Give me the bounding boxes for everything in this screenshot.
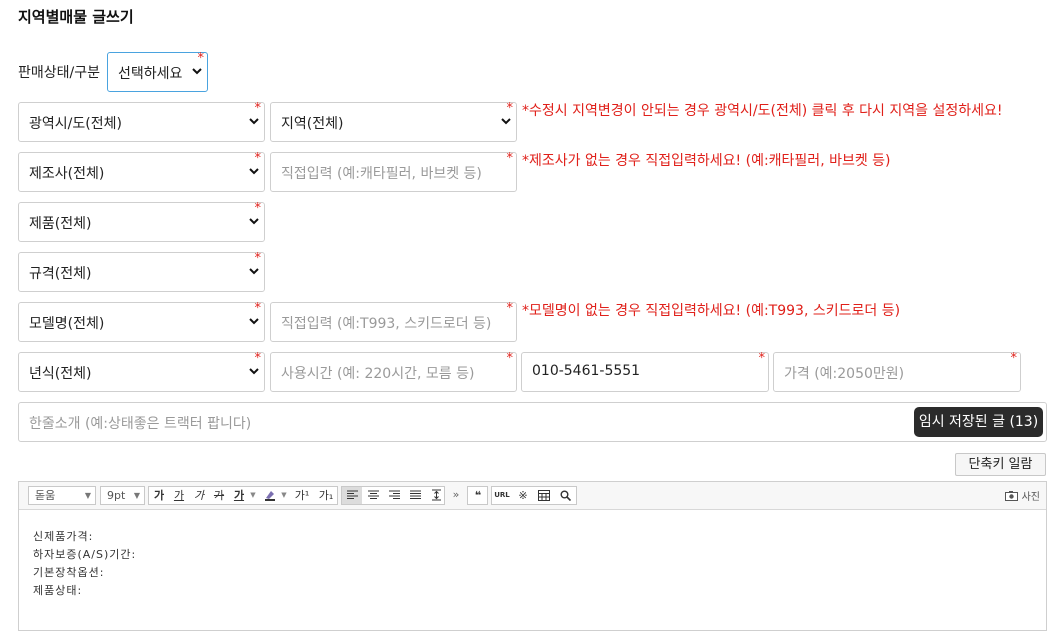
editor-toolbar: 돋움 ▼ 9pt ▼ 가 가 가 가 가 ▼ ▼ 가¹ 가₁ » ❝ URL ※…: [19, 482, 1046, 510]
year-select[interactable]: 년식(전체) *: [18, 352, 265, 392]
manufacturer-input[interactable]: 직접입력 (예:캐타필러, 바브켓 등) *: [270, 152, 517, 192]
required-mark: *: [197, 51, 205, 66]
align-center-icon[interactable]: [363, 487, 383, 504]
highlight-icon[interactable]: [260, 487, 280, 504]
manufacturer-select[interactable]: 제조사(전체) *: [18, 152, 265, 192]
usage-hours-placeholder: 사용시간 (예: 220시간, 모름 등): [281, 366, 475, 382]
font-color-dropdown-icon[interactable]: ▼: [249, 487, 257, 504]
required-mark: *: [254, 101, 262, 116]
camera-icon: [1005, 491, 1019, 501]
chevron-down-icon: [249, 368, 259, 375]
line-height-icon[interactable]: [426, 487, 446, 504]
required-mark: *: [1010, 351, 1018, 366]
photo-button[interactable]: 사진: [1005, 488, 1040, 503]
align-justify-icon[interactable]: [405, 487, 425, 504]
align-left-icon[interactable]: [342, 487, 362, 504]
quote-group: ❝: [467, 486, 488, 505]
font-size-value: 9pt: [107, 489, 126, 502]
product-select[interactable]: 제품(전체) *: [18, 202, 265, 242]
required-mark: *: [254, 351, 262, 366]
font-color-button[interactable]: 가: [229, 487, 249, 504]
editor-line: 제품상태:: [33, 584, 83, 597]
region-warning: *수정시 지역변경이 안되는 경우 광역시/도(전체) 클릭 후 다시 지역을 …: [522, 103, 1003, 119]
dropdown-arrow-icon: ▼: [133, 491, 140, 500]
model-select[interactable]: 모델명(전체) *: [18, 302, 265, 342]
intro-placeholder: 한줄소개 (예:상태좋은 트랙터 팝니다): [29, 416, 252, 432]
chevron-down-icon: [249, 168, 259, 175]
price-placeholder: 가격 (예:2050만원): [784, 366, 905, 382]
required-mark: *: [254, 151, 262, 166]
model-input-placeholder: 직접입력 (예:T993, 스키드로더 등): [281, 316, 492, 332]
manufacturer-warning: *제조사가 없는 경우 직접입력하세요! (예:캐타필러, 바브켓 등): [522, 153, 891, 169]
editor-line: 하자보증(A/S)기간:: [33, 548, 137, 561]
chevron-down-icon: [249, 318, 259, 325]
rich-text-editor[interactable]: 돋움 ▼ 9pt ▼ 가 가 가 가 가 ▼ ▼ 가¹ 가₁ » ❝ URL ※…: [18, 481, 1047, 631]
bold-button[interactable]: 가: [149, 487, 169, 504]
spec-select[interactable]: 규격(전체) *: [18, 252, 265, 292]
sale-status-label: 판매상태/구분: [18, 65, 100, 81]
year-value: 년식(전체): [29, 366, 92, 382]
link-button[interactable]: URL: [492, 487, 512, 504]
model-value: 모델명(전체): [29, 316, 105, 332]
align-group: [341, 486, 445, 505]
align-right-icon[interactable]: [384, 487, 404, 504]
quote-button[interactable]: ❝: [468, 487, 488, 504]
strikethrough-button[interactable]: 가: [209, 487, 229, 504]
required-mark: *: [254, 301, 262, 316]
manufacturer-input-placeholder: 직접입력 (예:캐타필러, 바브켓 등): [281, 166, 482, 182]
region-value: 지역(전체): [281, 116, 344, 132]
subscript-button[interactable]: 가₁: [315, 487, 337, 504]
more-tools-icon[interactable]: »: [448, 486, 464, 503]
chevron-down-icon: [501, 118, 511, 125]
phone-input[interactable]: 010-5461-5551 *: [521, 352, 769, 392]
spec-value: 규격(전체): [29, 266, 92, 282]
province-select[interactable]: 광역시/도(전체) *: [18, 102, 265, 142]
editor-line: 신제품가격:: [33, 530, 94, 543]
required-mark: *: [254, 251, 262, 266]
required-mark: *: [506, 301, 514, 316]
italic-button[interactable]: 가: [189, 487, 209, 504]
required-mark: *: [506, 101, 514, 116]
sale-status-value: 선택하세요: [118, 66, 183, 82]
text-format-group: 가 가 가 가 가 ▼ ▼ 가¹ 가₁: [148, 486, 338, 505]
required-mark: *: [506, 351, 514, 366]
underline-button[interactable]: 가: [169, 487, 189, 504]
manufacturer-value: 제조사(전체): [29, 166, 105, 182]
superscript-button[interactable]: 가¹: [291, 487, 313, 504]
model-warning: *모델명이 없는 경우 직접입력하세요! (예:T993, 스키드로더 등): [522, 303, 901, 319]
model-input[interactable]: 직접입력 (예:T993, 스키드로더 등) *: [270, 302, 517, 342]
region-select[interactable]: 지역(전체) *: [270, 102, 517, 142]
chevron-down-icon: [192, 68, 202, 75]
chevron-down-icon: [249, 118, 259, 125]
province-value: 광역시/도(전체): [29, 116, 122, 132]
product-value: 제품(전체): [29, 216, 92, 232]
highlight-dropdown-icon[interactable]: ▼: [280, 487, 288, 504]
editor-line: 기본장착옵션:: [33, 566, 105, 579]
temp-saved-button[interactable]: 임시 저장된 글 (13): [914, 407, 1043, 437]
page-title: 지역별매물 글쓰기: [18, 8, 134, 26]
intro-input[interactable]: 한줄소개 (예:상태좋은 트랙터 팝니다): [18, 402, 1047, 442]
font-family-select[interactable]: 돋움 ▼: [28, 486, 96, 505]
dropdown-arrow-icon: ▼: [84, 491, 91, 500]
chevron-down-icon: [249, 268, 259, 275]
sale-status-select[interactable]: 선택하세요 *: [107, 52, 208, 92]
table-icon[interactable]: [534, 487, 554, 504]
required-mark: *: [254, 201, 262, 216]
chevron-down-icon: [249, 218, 259, 225]
price-input[interactable]: 가격 (예:2050만원) *: [773, 352, 1021, 392]
editor-content[interactable]: 신제품가격: 하자보증(A/S)기간: 기본장착옵션: 제품상태:: [33, 528, 136, 600]
font-size-select[interactable]: 9pt ▼: [100, 486, 145, 505]
required-mark: *: [758, 351, 766, 366]
phone-value: 010-5461-5551: [532, 363, 641, 379]
photo-label: 사진: [1021, 492, 1040, 503]
font-family-value: 돋움: [35, 489, 56, 502]
search-icon[interactable]: [555, 487, 575, 504]
special-char-icon[interactable]: ※: [513, 487, 533, 504]
usage-hours-input[interactable]: 사용시간 (예: 220시간, 모름 등) *: [270, 352, 517, 392]
required-mark: *: [506, 151, 514, 166]
insert-group: URL ※: [491, 486, 577, 505]
shortcut-list-button[interactable]: 단축키 일람: [955, 453, 1046, 476]
